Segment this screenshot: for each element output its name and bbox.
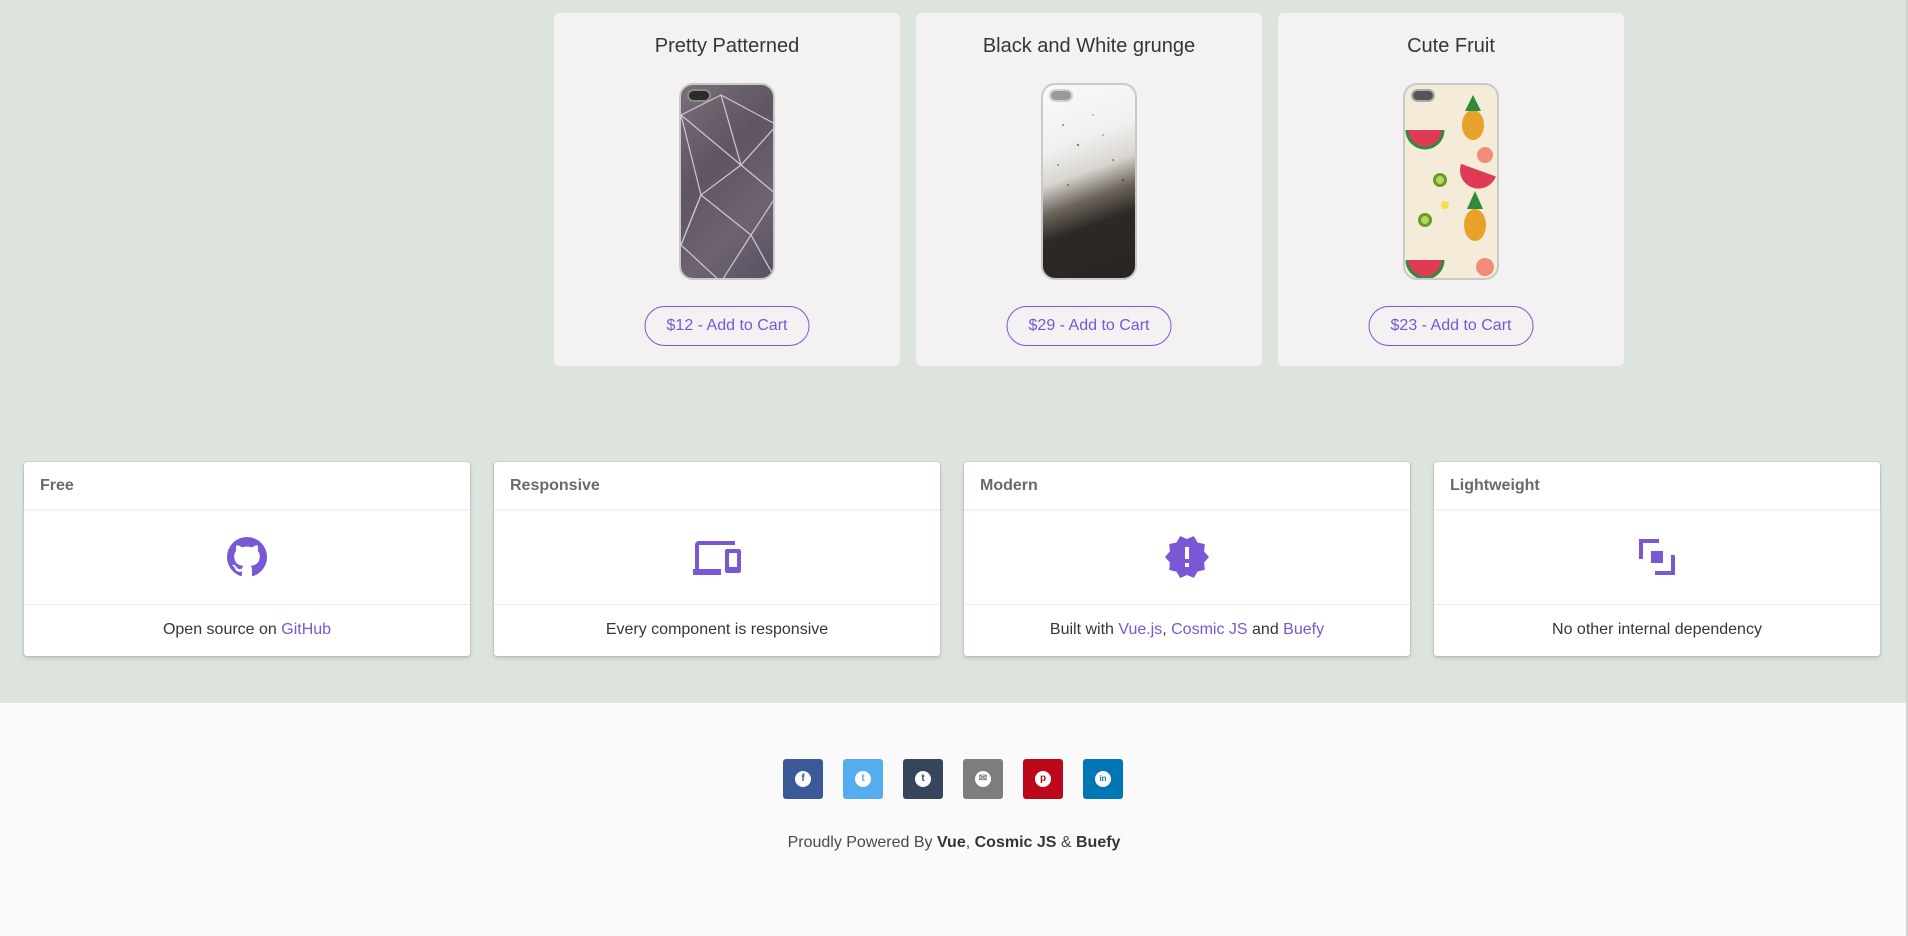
feature-card-modern: Modern Built with Vue.js, Cosmic JS and … [964,462,1410,656]
buefy-label: Buefy [1075,834,1121,851]
product-card: Cute Fruit $23 - Add to Cart [1278,13,1624,366]
alert-decagram-icon [1165,536,1209,578]
vue-label: Vue [936,834,966,851]
product-card: Black and White grunge $29 - Add to Cart [916,13,1262,366]
card-content [24,510,470,605]
card-footer: Open source on GitHub [24,605,470,655]
arrange-icon [1639,539,1675,575]
separator: , [965,834,975,851]
feature-list: Free Open source on GitHub Responsive Ev… [24,462,1880,656]
vuejs-link[interactable]: Vue.js [1118,621,1162,639]
card-content [964,510,1410,605]
product-image[interactable] [1041,83,1137,280]
camera-icon [1411,89,1435,102]
add-to-cart-button[interactable]: $23 - Add to Cart [1368,306,1534,346]
product-title: Black and White grunge [982,35,1196,57]
card-content [1434,510,1880,605]
share-facebook-button[interactable]: f [783,759,823,799]
card-footer: No other internal dependency [1552,621,1762,638]
facebook-icon: f [795,771,811,787]
product-title: Cute Fruit [1407,35,1495,57]
share-email-button[interactable]: ✉ [963,759,1003,799]
pinterest-icon: p [1035,771,1051,787]
product-title: Pretty Patterned [654,35,800,57]
feature-card-free: Free Open source on GitHub [24,462,470,656]
product-card: Pretty Patterned $12 - Add to Cart [554,13,900,366]
separator: , [1162,621,1172,638]
cosmicjs-label: Cosmic JS [974,834,1057,851]
card-header: Modern [964,462,1410,510]
github-link[interactable]: GitHub [281,621,331,639]
powered-by-text: Proudly Powered By Vue, Cosmic JS & Buef… [0,834,1908,852]
share-linkedin-button[interactable]: in [1083,759,1123,799]
add-to-cart-button[interactable]: $12 - Add to Cart [644,306,810,346]
share-twitter-button[interactable]: t [843,759,883,799]
devices-icon [693,541,741,575]
email-icon: ✉ [975,771,991,787]
separator: and [1247,621,1284,638]
feature-card-lightweight: Lightweight No other internal dependency [1434,462,1880,656]
card-content [494,510,940,605]
feature-card-responsive: Responsive Every component is responsive [494,462,940,656]
tumblr-icon: t [915,771,931,787]
product-list: Pretty Patterned $12 - Add to Cart Black… [554,13,1624,366]
card-footer: Every component is responsive [605,621,829,638]
cosmicjs-link[interactable]: Cosmic JS [1171,621,1247,639]
footer-text: Built with [1049,621,1119,638]
product-image[interactable] [1403,83,1499,280]
linkedin-icon: in [1095,771,1111,787]
card-footer: Built with Vue.js, Cosmic JS and Buefy [964,605,1410,655]
separator: & [1056,834,1076,851]
card-header: Free [24,462,470,510]
card-header: Responsive [494,462,940,510]
social-share-bar: f t t ✉ p in [783,759,1123,799]
add-to-cart-button[interactable]: $29 - Add to Cart [1006,306,1172,346]
powered-prefix: Proudly Powered By [787,834,937,851]
camera-icon [687,89,711,102]
buefy-link[interactable]: Buefy [1283,621,1324,639]
share-tumblr-button[interactable]: t [903,759,943,799]
github-icon [227,537,267,577]
card-header: Lightweight [1434,462,1880,510]
twitter-icon: t [855,771,871,787]
footer-text: Open source on [162,621,282,638]
camera-icon [1049,89,1073,102]
page-footer: f t t ✉ p in Proudly Powered By Vue, Cos… [0,703,1908,936]
product-image[interactable] [679,83,775,280]
share-pinterest-button[interactable]: p [1023,759,1063,799]
